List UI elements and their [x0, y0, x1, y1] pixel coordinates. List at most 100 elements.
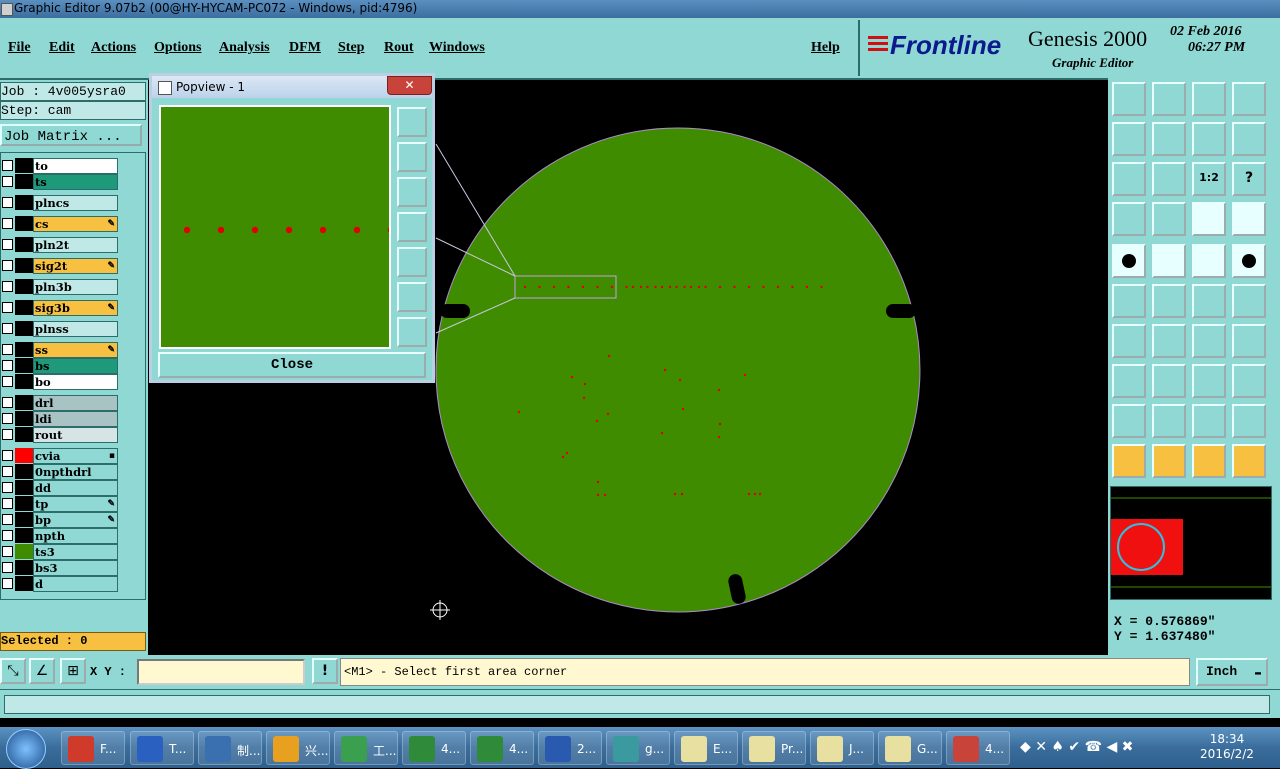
line-tool-button[interactable] [1192, 284, 1226, 318]
layer-row[interactable]: bo [1, 374, 118, 390]
layer-checkbox[interactable] [2, 498, 13, 509]
layer-row[interactable]: pln3b [1, 279, 118, 295]
layer-name[interactable]: plnss [33, 321, 118, 337]
layer-checkbox[interactable] [2, 413, 13, 424]
redraw-button[interactable] [1232, 122, 1266, 156]
circle-pad-button[interactable] [1232, 244, 1266, 278]
menu-options[interactable]: Options [154, 40, 201, 56]
layer-row[interactable]: ldi [1, 411, 118, 427]
popview-zoom-in-button[interactable] [397, 317, 427, 347]
layer-name[interactable]: drl [33, 395, 118, 411]
tray-icons[interactable]: ◆ ✕ ♠ ✔ ☎ ◀ ✖ [1020, 739, 1133, 755]
layer-row[interactable]: bs [1, 358, 118, 374]
move-up-button[interactable] [1112, 82, 1146, 116]
menu-edit[interactable]: Edit [49, 40, 75, 56]
select-1-button[interactable] [1112, 444, 1146, 478]
taskbar-item[interactable]: 工... [334, 731, 398, 765]
layer-checkbox[interactable] [2, 376, 13, 387]
layer-row[interactable]: ts [1, 174, 118, 190]
layer-row[interactable]: dd [1, 480, 118, 496]
select-3-button[interactable] [1192, 444, 1226, 478]
menu-dfm[interactable]: DFM [289, 40, 321, 56]
layer-name[interactable]: npth [33, 528, 118, 544]
layer-row[interactable]: rout [1, 427, 118, 443]
popview-zoom-out-button[interactable] [397, 282, 427, 312]
layer-row[interactable]: pln2t [1, 237, 118, 253]
layer-name[interactable]: plncs [33, 195, 118, 211]
layer-checkbox[interactable] [2, 429, 13, 440]
arc-tool-button[interactable] [1232, 284, 1266, 318]
layer-row[interactable]: drl [1, 395, 118, 411]
ruler-button[interactable] [1192, 244, 1226, 278]
menu-actions[interactable]: Actions [91, 40, 136, 56]
overview-panel[interactable] [1110, 486, 1272, 600]
fit-all-button[interactable] [1112, 162, 1146, 196]
rotate-button[interactable] [1192, 324, 1226, 358]
popview-close-x-button[interactable]: ✕ [387, 76, 432, 95]
slash-tool-button[interactable] [1152, 324, 1186, 358]
layer-row[interactable]: to [1, 158, 118, 174]
taskbar-item[interactable]: Pr... [742, 731, 806, 765]
layer-name[interactable]: ss ✎ [33, 342, 118, 358]
connect-button[interactable] [1112, 284, 1146, 318]
pan-button[interactable] [1152, 162, 1186, 196]
taskbar-item[interactable]: E... [674, 731, 738, 765]
menu-step[interactable]: Step [338, 40, 364, 56]
layer-row[interactable]: tp ✎ [1, 496, 118, 512]
layer-row[interactable]: bs3 [1, 560, 118, 576]
popview-pan-up-button[interactable] [397, 142, 427, 172]
layer-checkbox[interactable] [2, 397, 13, 408]
layer-name[interactable]: 0npthdrl [33, 464, 118, 480]
layer-checkbox[interactable] [2, 450, 13, 461]
layer-checkbox[interactable] [2, 360, 13, 371]
home-button[interactable] [1192, 82, 1226, 116]
units-dropdown[interactable]: Inch ▬ [1196, 658, 1268, 686]
layer-checkbox[interactable] [2, 578, 13, 589]
menu-help[interactable]: Help [811, 40, 840, 56]
layer-checkbox[interactable] [2, 302, 13, 313]
popview-canvas[interactable] [159, 105, 395, 349]
layer-name[interactable]: bs [33, 358, 118, 374]
tri-3-button[interactable] [1192, 404, 1226, 438]
warning-button[interactable]: ! [312, 658, 338, 684]
feature-mark-button[interactable] [1112, 364, 1146, 398]
layer-checkbox[interactable] [2, 530, 13, 541]
layer-row[interactable]: sig3b ✎ [1, 300, 118, 316]
popview-pan-down-button[interactable] [397, 177, 427, 207]
taskbar-item[interactable]: 制... [198, 731, 262, 765]
taskbar-item[interactable]: 4... [402, 731, 466, 765]
menu-rout[interactable]: Rout [384, 40, 414, 56]
taskbar-item[interactable]: 4... [946, 731, 1010, 765]
draw-line-button[interactable] [1152, 244, 1186, 278]
layer-checkbox[interactable] [2, 176, 13, 187]
grid-button[interactable] [1152, 202, 1186, 236]
taskbar-item[interactable]: 4... [470, 731, 534, 765]
layer-row[interactable]: bp ✎ [1, 512, 118, 528]
window-fit-button[interactable] [1232, 82, 1266, 116]
layer-row[interactable]: cs ✎ [1, 216, 118, 232]
layer-name[interactable]: bo [33, 374, 118, 390]
layer-row[interactable]: sig2t ✎ [1, 258, 118, 274]
move-down-button[interactable] [1152, 82, 1186, 116]
tri-2-button[interactable] [1152, 404, 1186, 438]
layer-checkbox[interactable] [2, 482, 13, 493]
taskbar-item[interactable]: T... [130, 731, 194, 765]
layer-name[interactable]: pln3b [33, 279, 118, 295]
snap-button[interactable]: ⤡ [0, 658, 26, 684]
select-4-button[interactable] [1232, 444, 1266, 478]
layer-row[interactable]: plnss [1, 321, 118, 337]
measure-button[interactable] [1112, 202, 1146, 236]
angle-tool-button[interactable] [1112, 324, 1146, 358]
taskbar-item[interactable]: 2... [538, 731, 602, 765]
layer-row[interactable]: plncs [1, 195, 118, 211]
layer-name[interactable]: dd [33, 480, 118, 496]
taskbar-item[interactable]: g... [606, 731, 670, 765]
layer-name[interactable]: to [33, 158, 118, 174]
layer-checkbox[interactable] [2, 260, 13, 271]
flip-button[interactable] [1232, 324, 1266, 358]
taskbar-item[interactable]: G... [878, 731, 942, 765]
layer-name[interactable]: cs ✎ [33, 216, 118, 232]
popview-close-button[interactable]: Close [158, 352, 426, 378]
layer-name[interactable]: pln2t [33, 237, 118, 253]
pad-select-button[interactable] [1112, 244, 1146, 278]
